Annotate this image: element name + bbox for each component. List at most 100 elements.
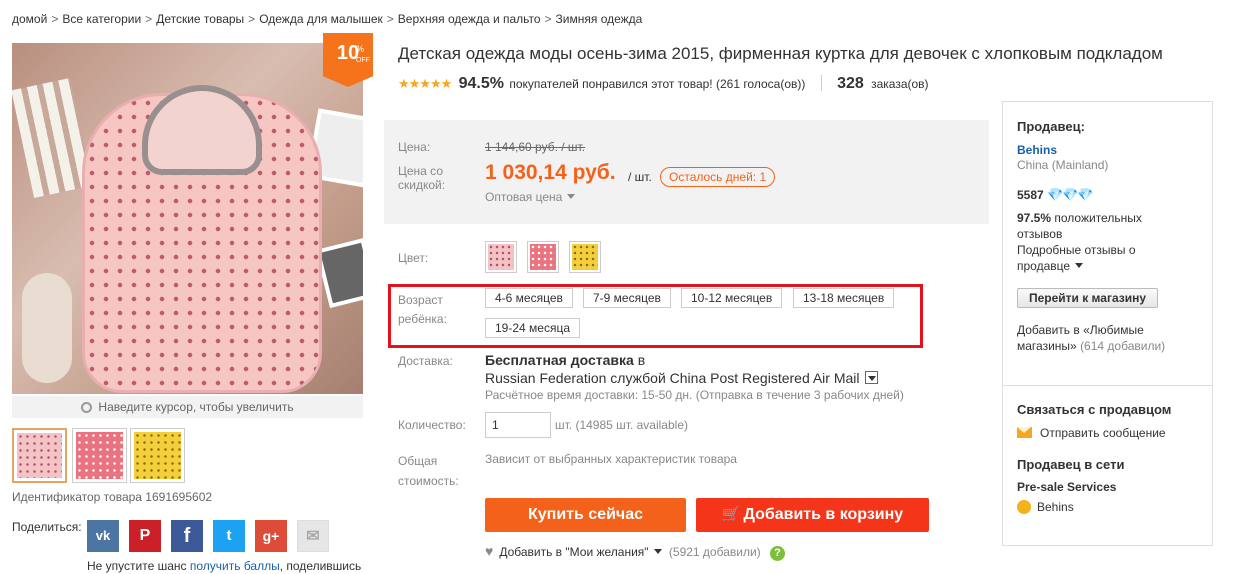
share-note-prefix: Не упустите шанс bbox=[87, 559, 190, 573]
size-option-7-9[interactable]: 7-9 месяцев bbox=[583, 288, 671, 308]
seller-score: 5587 bbox=[1017, 188, 1044, 202]
share-note-suffix: , поделившись bbox=[279, 559, 362, 573]
send-message-link[interactable]: Отправить сообщение bbox=[1017, 426, 1166, 440]
color-swatch-image bbox=[530, 244, 556, 270]
breadcrumb-home[interactable]: домой bbox=[12, 12, 47, 26]
zoom-hint-text: Наведите курсор, чтобы увеличить bbox=[98, 400, 294, 414]
fav-line1: Добавить в «Любимые bbox=[1017, 323, 1144, 337]
thumbnail-red[interactable] bbox=[72, 428, 127, 483]
age-label-line2: ребёнка: bbox=[398, 312, 447, 326]
seller-positive-label-line2: отзывов bbox=[1017, 227, 1063, 241]
help-icon[interactable]: ? bbox=[770, 546, 786, 561]
breadcrumb-separator: > bbox=[386, 12, 394, 26]
color-swatch-image bbox=[488, 244, 514, 270]
facebook-share-icon[interactable]: f bbox=[171, 520, 203, 552]
magnifier-icon bbox=[81, 402, 93, 413]
breadcrumb-baby-girls[interactable]: Одежда для малышек bbox=[259, 12, 383, 26]
share-label: Поделиться: bbox=[12, 520, 82, 534]
chat-status-icon bbox=[1017, 500, 1031, 514]
rating-percent: 94.5% bbox=[458, 75, 504, 92]
color-option-yellow[interactable] bbox=[569, 241, 601, 273]
discount-badge-off: OFF bbox=[356, 57, 370, 64]
breadcrumb-outerwear[interactable]: Верхняя одежда и пальто bbox=[398, 12, 541, 26]
seller-positive-pct: 97.5% bbox=[1017, 211, 1052, 225]
add-to-wishlist-link[interactable]: Добавить в "Мои желания" bbox=[499, 545, 648, 559]
get-points-link[interactable]: получить баллы bbox=[190, 559, 280, 573]
breadcrumb-separator: > bbox=[51, 12, 59, 26]
seller-location: China (Mainland) bbox=[1017, 158, 1109, 172]
quantity-input[interactable] bbox=[485, 412, 551, 438]
twitter-share-icon[interactable]: t bbox=[213, 520, 245, 552]
rating-row: ★★★★★ 94.5% покупателей понравился этот … bbox=[398, 75, 929, 93]
divider bbox=[820, 75, 822, 91]
chevron-down-icon bbox=[567, 194, 576, 199]
seller-online-heading: Продавец в сети bbox=[1017, 457, 1125, 472]
rating-text[interactable]: покупателей понравился этот товар! (261 … bbox=[509, 77, 805, 91]
thumbnail-image bbox=[76, 432, 123, 479]
add-to-favorite-stores[interactable]: Добавить в «Любимые магазины» (614 добав… bbox=[1017, 322, 1165, 354]
free-delivery: Бесплатная доставка в bbox=[485, 352, 645, 368]
size-option-19-24[interactable]: 19-24 месяца bbox=[485, 318, 580, 338]
thumbnail-image bbox=[17, 433, 62, 478]
seller-detailed-feedback[interactable]: Подробные отзывы о продавце bbox=[1017, 242, 1136, 274]
vk-share-icon[interactable]: vk bbox=[87, 520, 119, 552]
delivery-label: Доставка: bbox=[398, 354, 453, 368]
rating-stars-icon: ★★★★★ bbox=[398, 76, 452, 91]
email-share-icon[interactable]: ✉ bbox=[297, 520, 329, 552]
dropdown-arrow-icon[interactable] bbox=[864, 371, 878, 384]
wholesale-price-toggle[interactable]: Оптовая цена bbox=[485, 190, 576, 204]
delivery-time: Расчётное время доставки: 15-50 дн. (Отп… bbox=[485, 388, 904, 402]
size-option-4-6[interactable]: 4-6 месяцев bbox=[485, 288, 573, 308]
discount-badge: 10 % OFF bbox=[323, 33, 373, 87]
discount-price-label: Цена со скидкой: bbox=[398, 164, 445, 192]
days-left-badge: Осталось дней: 1 bbox=[660, 167, 776, 187]
size-option-10-12[interactable]: 10-12 месяцев bbox=[681, 288, 783, 308]
seller-name-link[interactable]: Behins bbox=[1017, 143, 1057, 157]
breadcrumb-separator: > bbox=[145, 12, 153, 26]
breadcrumb-all-categories[interactable]: Все категории bbox=[62, 12, 141, 26]
old-price: 1 144,60 руб. / шт. bbox=[485, 140, 586, 154]
cart-icon: 🛒 bbox=[721, 506, 741, 523]
add-to-cart-label: Добавить в корзину bbox=[743, 506, 904, 523]
thumbnail-yellow[interactable] bbox=[130, 428, 185, 483]
orders-count: 328 bbox=[837, 75, 864, 92]
price-label: Цена: bbox=[398, 140, 431, 154]
main-product-image[interactable] bbox=[12, 43, 363, 394]
wishlist-row: ♥ Добавить в "Мои желания" (5921 добавили… bbox=[485, 543, 786, 561]
shipping-method-select[interactable]: Russian Federation службой China Post Re… bbox=[485, 370, 878, 386]
shipping-method-text: Russian Federation службой China Post Re… bbox=[485, 370, 860, 386]
thumbnail-pink[interactable] bbox=[12, 428, 67, 483]
color-swatch-image bbox=[572, 244, 598, 270]
envelope-icon bbox=[1017, 427, 1032, 438]
chevron-down-icon bbox=[1075, 263, 1084, 268]
diamond-icon: 💎💎💎 bbox=[1047, 187, 1094, 202]
share-note: Не упустите шанс получить баллы, поделив… bbox=[87, 559, 361, 573]
size-option-13-18[interactable]: 13-18 месяцев bbox=[793, 288, 895, 308]
chevron-down-icon[interactable] bbox=[653, 549, 662, 554]
color-option-red[interactable] bbox=[527, 241, 559, 273]
go-to-store-button[interactable]: Перейти к магазину bbox=[1017, 288, 1158, 308]
fav-count: (614 добавили) bbox=[1080, 339, 1166, 353]
color-option-pink[interactable] bbox=[485, 241, 517, 273]
total-label-line1: Общая bbox=[398, 454, 438, 468]
heart-icon[interactable]: ♥ bbox=[485, 543, 493, 559]
seller-heading: Продавец: bbox=[1017, 119, 1085, 134]
add-to-cart-button[interactable]: 🛒 Добавить в корзину bbox=[696, 498, 929, 532]
breadcrumb-kids[interactable]: Детские товары bbox=[156, 12, 244, 26]
presale-name: Behins bbox=[1037, 500, 1074, 514]
thumbnail-image bbox=[134, 432, 181, 479]
presale-services-label: Pre-sale Services bbox=[1017, 480, 1117, 494]
breadcrumb-separator: > bbox=[544, 12, 552, 26]
pinterest-share-icon[interactable]: P bbox=[129, 520, 161, 552]
orders-label: заказа(ов) bbox=[871, 77, 929, 91]
product-title: Детская одежда моды осень-зима 2015, фир… bbox=[398, 44, 1163, 63]
seller-detailed-line1: Подробные отзывы о bbox=[1017, 243, 1136, 257]
discount-price: 1 030,14 руб. bbox=[485, 161, 616, 184]
seller-detailed-line2: продавце bbox=[1017, 259, 1071, 273]
google-plus-share-icon[interactable]: g+ bbox=[255, 520, 287, 552]
buy-now-button[interactable]: Купить сейчас bbox=[485, 498, 686, 532]
breadcrumb-winter[interactable]: Зимняя одежда bbox=[556, 12, 643, 26]
presale-contact[interactable]: Behins bbox=[1017, 500, 1074, 514]
contact-seller-heading: Связаться с продавцом bbox=[1017, 402, 1172, 417]
age-label: Возраст ребёнка: bbox=[398, 291, 447, 329]
